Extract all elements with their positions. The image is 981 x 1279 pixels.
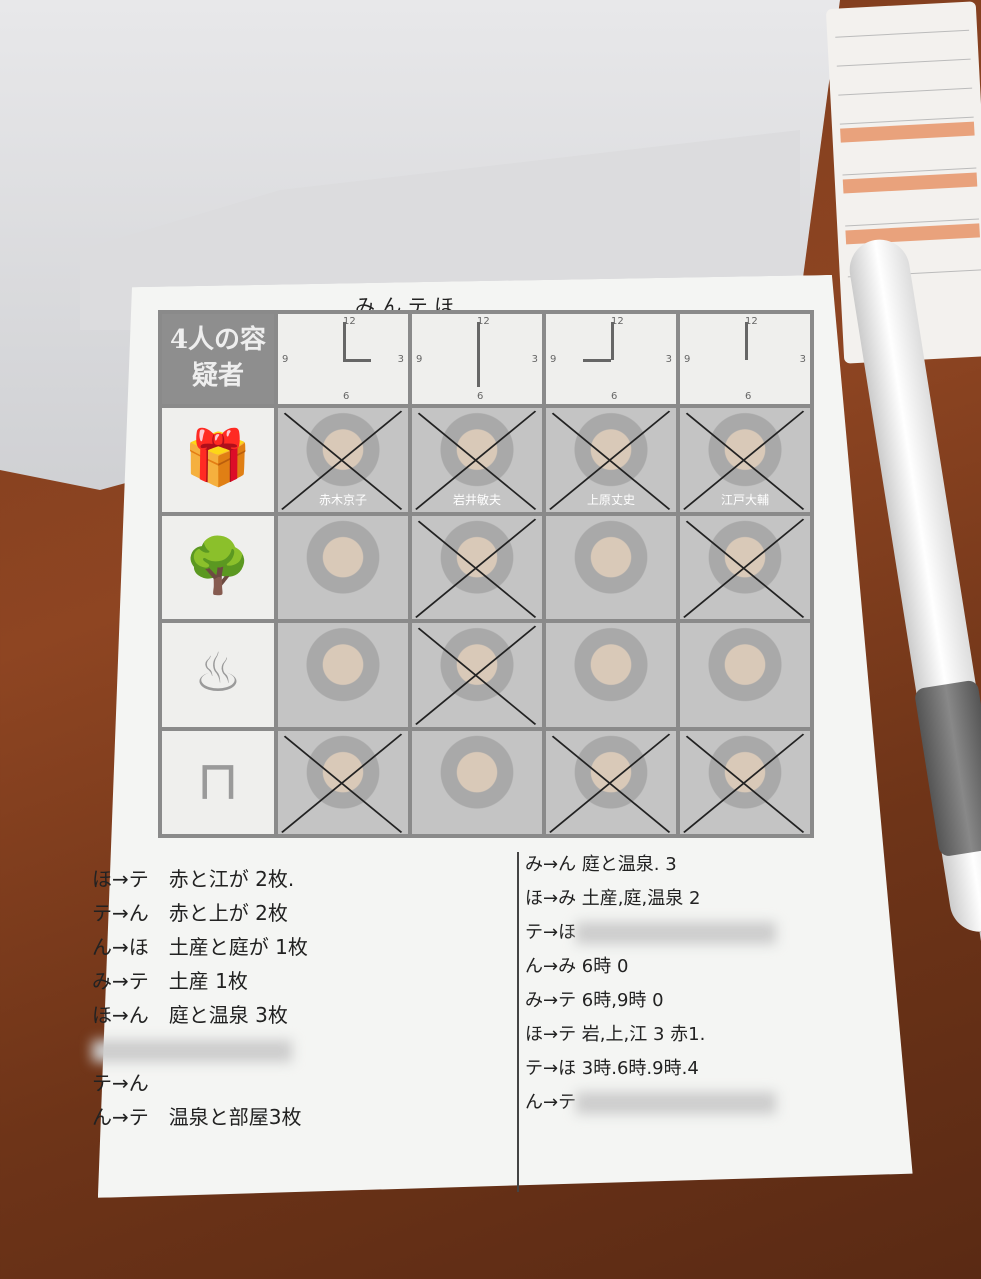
note-line: み→ん 庭と温泉. 3 [525, 848, 776, 882]
table-icon: ⊓ [162, 730, 274, 834]
note-line: み→テ 土産 1枚 [92, 964, 308, 998]
note-line: ん→み 6時 0 [525, 950, 776, 984]
clock-number: 9 [416, 354, 423, 365]
note-line: み→テ 6時,9時 0 [525, 984, 776, 1018]
redacted-blur [576, 922, 777, 944]
notes-divider [517, 852, 519, 1192]
clock-number: 3 [397, 354, 404, 365]
gift-icon: 🎁 [162, 408, 274, 512]
note-text: ん→テ [525, 1092, 577, 1113]
clock-number: 6 [343, 391, 350, 402]
suspect-portrait[interactable]: 赤木京子 [278, 408, 408, 512]
suspect-portrait[interactable] [680, 730, 810, 834]
clock-number: 3 [665, 354, 672, 365]
portrait-photo [546, 515, 676, 619]
note-text: ほ→テ 赤と江が 2枚. [92, 867, 295, 891]
clock-number: 6 [477, 391, 484, 402]
note-text: ほ→み 土産,庭,温泉 2 [525, 888, 701, 909]
note-text: テ→ほ [525, 922, 577, 943]
clock: 12 9 3 6 [546, 314, 676, 404]
cross-mark [281, 410, 403, 510]
note-text: テ→ん 赤と上が 2枚 [92, 901, 288, 925]
note-text: み→テ 土産 1枚 [92, 969, 248, 993]
note-text: み→テ 6時,9時 0 [525, 990, 664, 1011]
note-text: テ→ほ 3時.6時.9時.4 [525, 1058, 699, 1079]
note-text: ほ→テ 岩,上,江 3 赤1. [525, 1024, 706, 1045]
note-line: ほ→み 土産,庭,温泉 2 [525, 882, 776, 916]
tree-icon: 🌳 [162, 515, 274, 619]
suspect-portrait[interactable] [278, 623, 408, 727]
suspect-portrait[interactable] [278, 515, 408, 619]
cross-mark [281, 733, 403, 833]
minute-hand [477, 322, 480, 360]
portrait-photo [680, 623, 810, 727]
note-text: ほ→ん 庭と温泉 3枚 [92, 1003, 288, 1027]
note-line: テ→ほ 3時.6時.9時.4 [525, 1052, 776, 1086]
hour-hand [745, 330, 748, 360]
cross-mark [415, 410, 537, 510]
cross-mark [549, 410, 671, 510]
minute-hand [611, 322, 614, 360]
note-text: ん→み 6時 0 [525, 956, 629, 977]
clock: 12 9 3 6 [412, 314, 542, 404]
note-line: ほ→ん 庭と温泉 3枚 [92, 998, 308, 1032]
clock-number: 9 [550, 354, 557, 365]
portrait-photo [278, 623, 408, 727]
suspect-portrait[interactable] [412, 515, 542, 619]
suspect-portrait[interactable] [680, 623, 810, 727]
portrait-photo [546, 623, 676, 727]
suspect-grid: 4人の容疑者 12 9 3 6 12 9 3 6 12 9 3 6 12 9 3 6 🎁 赤木京子 岩井敏夫 上原丈史… [158, 310, 814, 838]
suspect-portrait[interactable] [412, 730, 542, 834]
hour-hand [583, 359, 611, 362]
cross-mark [415, 625, 537, 725]
portrait-photo [412, 730, 542, 834]
clock-number: 6 [745, 391, 752, 402]
clock-number: 3 [531, 354, 538, 365]
redacted-blur [576, 1092, 777, 1114]
note-text: み→ん 庭と温泉. 3 [525, 854, 677, 875]
cross-mark [415, 518, 537, 618]
suspect-portrait[interactable] [546, 515, 676, 619]
redacted-blur [92, 1039, 292, 1062]
cross-mark [683, 733, 805, 833]
suspect-portrait[interactable] [680, 515, 810, 619]
note-line: ん→テ [525, 1086, 777, 1120]
hot-spring-icon: ♨ [162, 623, 274, 727]
suspect-portrait[interactable] [546, 730, 676, 834]
suspect-portrait[interactable]: 岩井敏夫 [412, 408, 542, 512]
cross-mark [549, 733, 671, 833]
note-text: ん→ほ 土産と庭が 1枚 [92, 935, 308, 959]
note-line [92, 1032, 308, 1066]
sheet-title: 4人の容疑者 [162, 314, 274, 404]
clock-number: 3 [799, 354, 806, 365]
clock-number: 6 [611, 391, 618, 402]
note-line: テ→ん 赤と上が 2枚 [92, 896, 308, 930]
note-line: ほ→テ 赤と江が 2枚. [92, 862, 308, 896]
note-text: ん→テ 温泉と部屋3枚 [92, 1105, 302, 1129]
clock: 12 9 3 6 [680, 314, 810, 404]
hour-hand [477, 359, 480, 387]
notes-right: み→ん 庭と温泉. 3 ほ→み 土産,庭,温泉 2 テ→ほん→み 6時 0 み→テ 6… [525, 848, 777, 1120]
cross-mark [683, 518, 805, 618]
note-line: ん→テ 温泉と部屋3枚 [92, 1100, 308, 1134]
clock-number: 9 [684, 354, 691, 365]
suspect-portrait[interactable] [546, 623, 676, 727]
suspect-portrait[interactable] [412, 623, 542, 727]
cross-mark [683, 410, 805, 510]
suspect-portrait[interactable] [278, 730, 408, 834]
minute-hand [343, 322, 346, 360]
clock-number: 9 [282, 354, 289, 365]
suspect-portrait[interactable]: 江戸大輔 [680, 408, 810, 512]
suspect-portrait[interactable]: 上原丈史 [546, 408, 676, 512]
notes-left: ほ→テ 赤と江が 2枚. テ→ん 赤と上が 2枚 ん→ほ 土産と庭が 1枚 み→テ 土… [92, 862, 308, 1134]
note-text: テ→ん [92, 1071, 149, 1095]
note-line: ほ→テ 岩,上,江 3 赤1. [525, 1018, 776, 1052]
clock: 12 9 3 6 [278, 314, 408, 404]
note-line: テ→ほ [525, 916, 777, 950]
note-line: テ→ん [92, 1066, 308, 1100]
note-line: ん→ほ 土産と庭が 1枚 [92, 930, 308, 964]
hour-hand [343, 359, 371, 362]
portrait-photo [278, 515, 408, 619]
